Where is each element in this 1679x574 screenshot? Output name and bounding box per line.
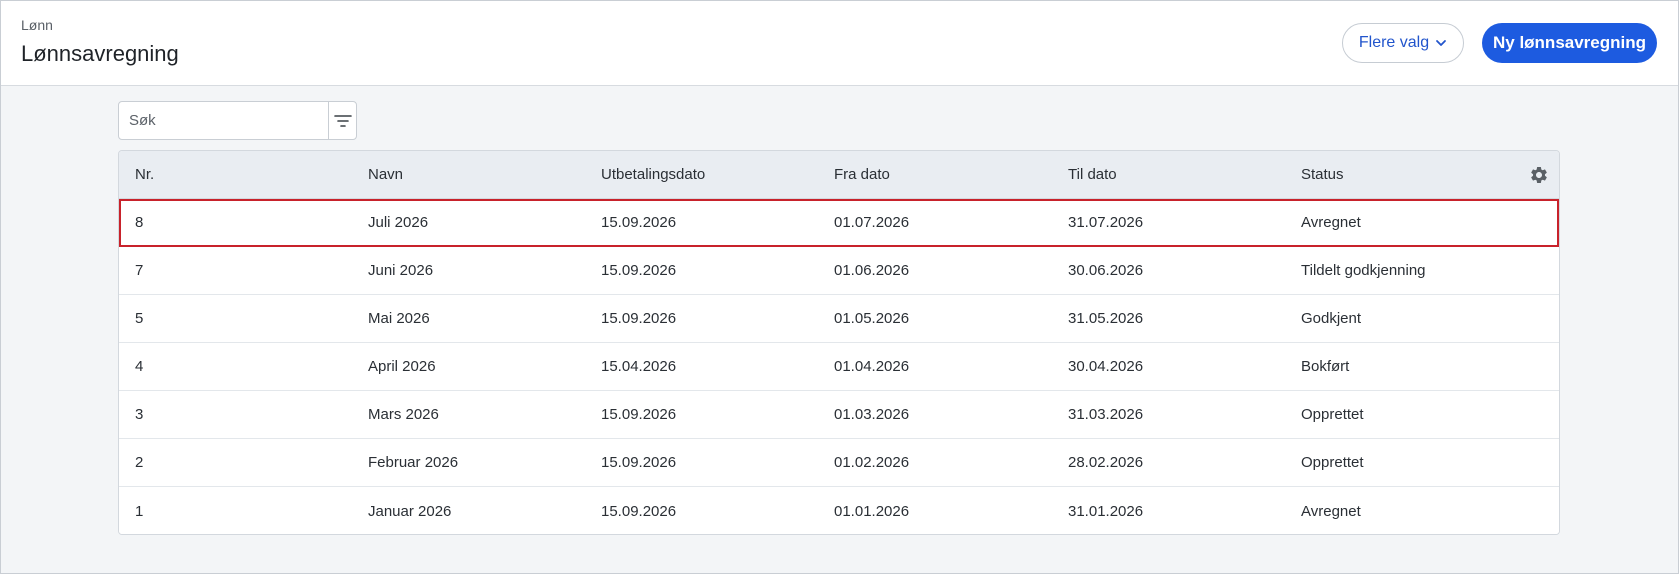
cell-navn: Mars 2026: [368, 406, 439, 423]
cell-til-dato: 28.02.2026: [1068, 454, 1144, 471]
column-header-nr[interactable]: Nr.: [135, 166, 154, 183]
table-row[interactable]: 7 Juni 2026 15.09.2026 01.06.2026 30.06.…: [119, 247, 1559, 295]
cell-utbetalingsdato: 15.09.2026: [601, 502, 677, 520]
new-payroll-button[interactable]: Ny lønnsavregning: [1482, 23, 1657, 63]
column-header-status[interactable]: Status: [1301, 166, 1344, 183]
chevron-down-icon: [1436, 40, 1447, 46]
cell-nr: 4: [135, 358, 144, 375]
cell-fra-dato: 01.03.2026: [834, 406, 910, 423]
cell-navn: Mai 2026: [368, 310, 430, 327]
more-options-button[interactable]: Flere valg: [1342, 23, 1464, 63]
cell-fra-dato: 01.05.2026: [834, 310, 910, 327]
cell-nr: 1: [135, 502, 144, 520]
table-row[interactable]: 1 Januar 2026 15.09.2026 01.01.2026 31.0…: [119, 487, 1559, 534]
filter-icon: [333, 114, 352, 127]
cell-status: Godkjent: [1301, 310, 1362, 327]
column-header-utbetalingsdato[interactable]: Utbetalingsdato: [601, 166, 705, 183]
page-header: Lønn Lønnsavregning Flere valg Ny lønnsa…: [1, 1, 1678, 86]
cell-fra-dato: 01.07.2026: [834, 214, 910, 231]
cell-til-dato: 31.01.2026: [1068, 502, 1144, 520]
cell-navn: Juli 2026: [368, 214, 429, 231]
cell-status: Avregnet: [1301, 502, 1361, 520]
cell-status: Opprettet: [1301, 454, 1364, 471]
cell-status: Tildelt godkjenning: [1301, 262, 1426, 279]
search-bar: [118, 101, 357, 140]
cell-nr: 5: [135, 310, 144, 327]
cell-fra-dato: 01.04.2026: [834, 358, 910, 375]
cell-til-dato: 31.07.2026: [1068, 214, 1144, 231]
breadcrumb[interactable]: Lønn: [21, 17, 53, 33]
cell-utbetalingsdato: 15.04.2026: [601, 358, 677, 375]
cell-utbetalingsdato: 15.09.2026: [601, 214, 677, 231]
table-row[interactable]: 3 Mars 2026 15.09.2026 01.03.2026 31.03.…: [119, 391, 1559, 439]
page-title: Lønnsavregning: [21, 41, 179, 66]
cell-navn: April 2026: [368, 358, 436, 375]
table-row[interactable]: 4 April 2026 15.04.2026 01.04.2026 30.04…: [119, 343, 1559, 391]
app-window: Lønn Lønnsavregning Flere valg Ny lønnsa…: [0, 0, 1679, 574]
cell-navn: Januar 2026: [368, 502, 452, 520]
cell-nr: 8: [135, 214, 144, 231]
cell-navn: Februar 2026: [368, 454, 459, 471]
column-header-til-dato[interactable]: Til dato: [1068, 166, 1117, 183]
table-row[interactable]: 5 Mai 2026 15.09.2026 01.05.2026 31.05.2…: [119, 295, 1559, 343]
cell-til-dato: 30.04.2026: [1068, 358, 1144, 375]
cell-utbetalingsdato: 15.09.2026: [601, 454, 677, 471]
column-header-navn[interactable]: Navn: [368, 166, 403, 183]
cell-til-dato: 31.03.2026: [1068, 406, 1144, 423]
cell-nr: 7: [135, 262, 144, 279]
cell-utbetalingsdato: 15.09.2026: [601, 310, 677, 327]
cell-status: Avregnet: [1301, 214, 1361, 231]
cell-nr: 3: [135, 406, 144, 423]
table-header-row: Nr. Navn Utbetalingsdato Fra dato Til da…: [119, 151, 1559, 199]
cell-navn: Juni 2026: [368, 262, 434, 279]
cell-utbetalingsdato: 15.09.2026: [601, 262, 677, 279]
cell-til-dato: 30.06.2026: [1068, 262, 1144, 279]
column-header-fra-dato[interactable]: Fra dato: [834, 166, 890, 183]
gear-icon[interactable]: [1529, 165, 1549, 185]
search-input[interactable]: [119, 102, 328, 139]
payroll-table: Nr. Navn Utbetalingsdato Fra dato Til da…: [118, 150, 1560, 535]
cell-til-dato: 31.05.2026: [1068, 310, 1144, 327]
table-row[interactable]: 8 Juli 2026 15.09.2026 01.07.2026 31.07.…: [119, 199, 1559, 247]
cell-nr: 2: [135, 454, 144, 471]
table-row[interactable]: 2 Februar 2026 15.09.2026 01.02.2026 28.…: [119, 439, 1559, 487]
cell-status: Bokført: [1301, 358, 1350, 375]
cell-status: Opprettet: [1301, 406, 1364, 423]
cell-fra-dato: 01.06.2026: [834, 262, 910, 279]
cell-fra-dato: 01.01.2026: [834, 502, 910, 520]
cell-utbetalingsdato: 15.09.2026: [601, 406, 677, 423]
more-options-label: Flere valg: [1358, 34, 1430, 51]
filter-button[interactable]: [328, 102, 356, 139]
cell-fra-dato: 01.02.2026: [834, 454, 910, 471]
